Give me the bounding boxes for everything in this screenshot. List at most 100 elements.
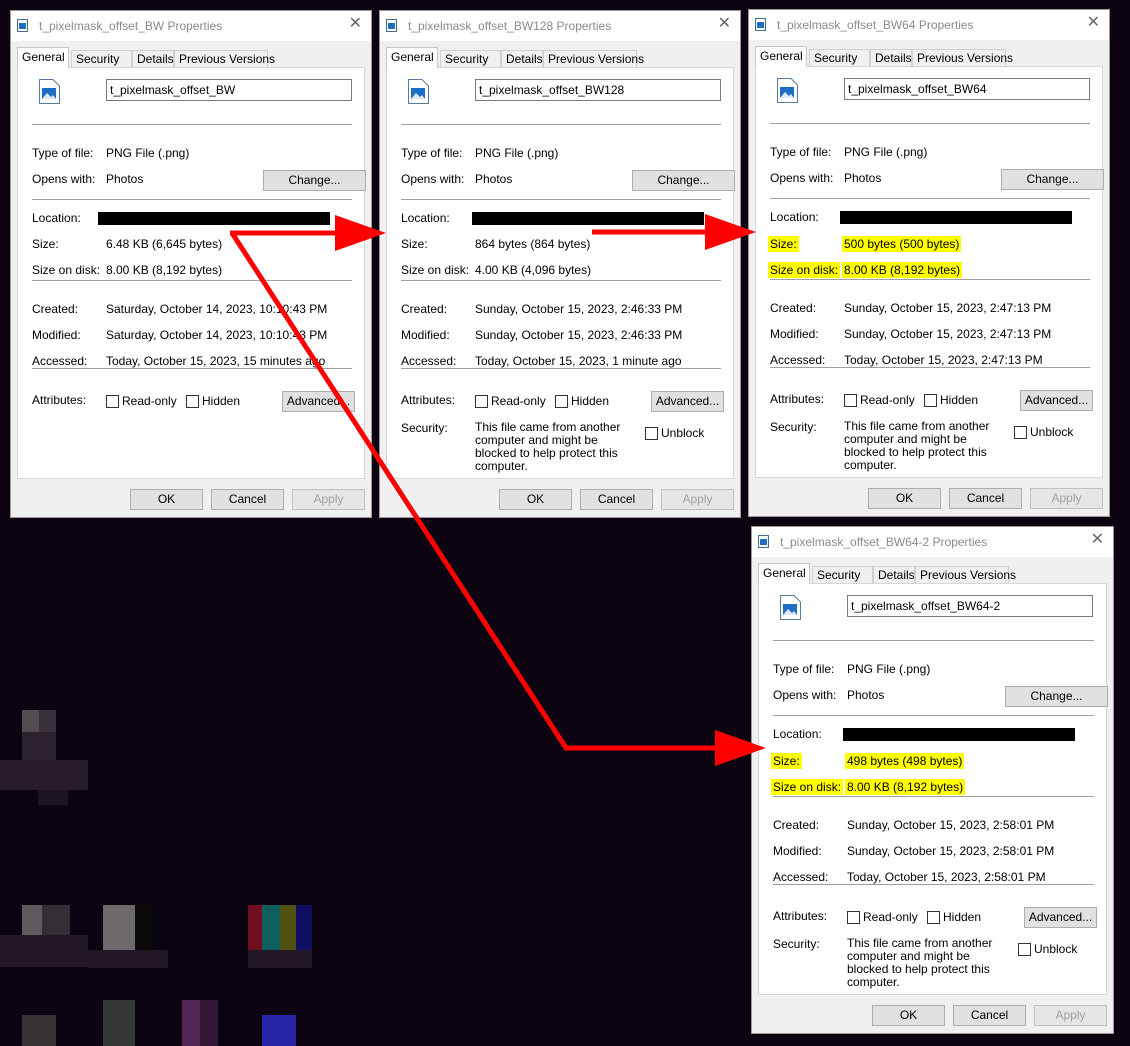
type-of-file-value: PNG File (.png) — [844, 145, 928, 159]
read-only-checkbox[interactable] — [844, 394, 857, 407]
title-bar[interactable]: t_pixelmask_offset_BW64-2 Properties ✕ — [752, 527, 1113, 557]
size-on-disk-label: Size on disk: — [32, 263, 101, 277]
change-button[interactable]: Change... — [263, 170, 366, 191]
opens-with-label: Opens with: — [773, 688, 837, 702]
size-on-disk-value: 8.00 KB (8,192 bytes) — [845, 779, 966, 795]
read-only-checkbox[interactable] — [106, 395, 119, 408]
hidden-checkbox[interactable] — [186, 395, 199, 408]
ok-button[interactable]: OK — [499, 489, 572, 510]
cancel-button[interactable]: Cancel — [580, 489, 653, 510]
title-bar[interactable]: t_pixelmask_offset_BW Properties ✕ — [11, 11, 371, 41]
accessed-label: Accessed: — [773, 870, 829, 884]
close-icon[interactable]: ✕ — [718, 15, 731, 33]
dialog-title: t_pixelmask_offset_BW128 Properties — [408, 19, 612, 33]
redacted-location — [843, 728, 1075, 741]
unblock-checkbox[interactable] — [1014, 426, 1027, 439]
hidden-checkbox[interactable] — [555, 395, 568, 408]
file-icon — [386, 19, 397, 32]
modified-label: Modified: — [401, 328, 450, 342]
created-value: Sunday, October 15, 2023, 2:46:33 PM — [475, 302, 683, 316]
apply-button[interactable]: Apply — [1034, 1005, 1107, 1026]
tab-security[interactable]: Security — [812, 566, 873, 583]
modified-value: Saturday, October 14, 2023, 10:10:43 PM — [106, 328, 328, 342]
tab-general[interactable]: General — [755, 46, 807, 67]
unblock-checkbox[interactable] — [645, 427, 658, 440]
opens-with-value: Photos — [847, 688, 885, 702]
divider — [773, 715, 1094, 716]
size-on-disk-label: Size on disk: — [771, 779, 844, 795]
location-label: Location: — [770, 210, 819, 224]
divider — [770, 123, 1090, 124]
tab-details[interactable]: Details — [132, 50, 174, 67]
redacted-location — [840, 211, 1072, 224]
hidden-checkbox[interactable] — [927, 911, 940, 924]
ok-button[interactable]: OK — [872, 1005, 945, 1026]
file-icon — [758, 535, 769, 548]
change-button[interactable]: Change... — [1001, 169, 1104, 190]
read-only-checkbox[interactable] — [475, 395, 488, 408]
redacted-location — [98, 212, 330, 225]
tab-general[interactable]: General — [386, 47, 438, 68]
opens-with-label: Opens with: — [401, 172, 465, 186]
created-label: Created: — [773, 818, 820, 832]
tab-general[interactable]: General — [17, 47, 69, 68]
tab-previous-versions[interactable]: Previous Versions — [912, 49, 1013, 66]
security-label: Security: — [773, 937, 820, 951]
change-button[interactable]: Change... — [632, 170, 735, 191]
tab-security[interactable]: Security — [440, 50, 501, 67]
modified-label: Modified: — [770, 327, 819, 341]
divider — [32, 368, 352, 369]
tab-security[interactable]: Security — [71, 50, 132, 67]
opens-with-label: Opens with: — [770, 171, 834, 185]
tab-details[interactable]: Details — [501, 50, 543, 67]
accessed-value: Today, October 15, 2023, 2:47:13 PM — [844, 353, 1043, 367]
properties-dialog: t_pixelmask_offset_BW128 Properties ✕ Gene… — [379, 10, 741, 518]
advanced-button[interactable]: Advanced... — [651, 391, 724, 412]
advanced-button[interactable]: Advanced... — [1020, 390, 1093, 411]
filename-field[interactable]: t_pixelmask_offset_BW64 — [844, 78, 1090, 100]
filename-field[interactable]: t_pixelmask_offset_BW — [106, 79, 352, 101]
title-bar[interactable]: t_pixelmask_offset_BW64 Properties ✕ — [749, 10, 1109, 40]
tab-details[interactable]: Details — [873, 566, 915, 583]
read-only-label: Read-only — [863, 910, 918, 924]
read-only-checkbox[interactable] — [847, 911, 860, 924]
apply-button[interactable]: Apply — [292, 489, 365, 510]
created-label: Created: — [401, 302, 448, 316]
unblock-checkbox[interactable] — [1018, 943, 1031, 956]
filename-field[interactable]: t_pixelmask_offset_BW128 — [475, 79, 721, 101]
cancel-button[interactable]: Cancel — [949, 488, 1022, 509]
ok-button[interactable]: OK — [130, 489, 203, 510]
advanced-button[interactable]: Advanced... — [282, 391, 355, 412]
cancel-button[interactable]: Cancel — [211, 489, 284, 510]
tab-previous-versions[interactable]: Previous Versions — [174, 50, 275, 67]
apply-button[interactable]: Apply — [661, 489, 734, 510]
tab-details[interactable]: Details — [870, 49, 912, 66]
size-value: 498 bytes (498 bytes) — [845, 753, 965, 769]
cancel-button[interactable]: Cancel — [953, 1005, 1026, 1026]
close-icon[interactable]: ✕ — [1087, 14, 1100, 32]
hidden-label: Hidden — [943, 910, 982, 924]
ok-button[interactable]: OK — [868, 488, 941, 509]
advanced-button[interactable]: Advanced... — [1024, 907, 1097, 928]
general-tab-panel: t_pixelmask_offset_BW64-2 Type of file: PN… — [758, 583, 1108, 995]
apply-button[interactable]: Apply — [1030, 488, 1103, 509]
change-button[interactable]: Change... — [1005, 686, 1108, 707]
filename-field[interactable]: t_pixelmask_offset_BW64-2 — [847, 595, 1093, 617]
divider — [32, 124, 352, 125]
tab-security[interactable]: Security — [809, 49, 870, 66]
divider — [401, 199, 721, 200]
file-icon — [755, 18, 766, 31]
close-icon[interactable]: ✕ — [349, 15, 362, 33]
general-tab-panel: t_pixelmask_offset_BW Type of file: PNG Fi… — [17, 67, 366, 479]
close-icon[interactable]: ✕ — [1091, 531, 1104, 549]
title-bar[interactable]: t_pixelmask_offset_BW128 Properties ✕ — [380, 11, 740, 41]
size-label: Size: — [771, 753, 802, 769]
read-only-label: Read-only — [491, 394, 546, 408]
tab-previous-versions[interactable]: Previous Versions — [543, 50, 644, 67]
size-value: 864 bytes (864 bytes) — [475, 237, 591, 251]
security-label: Security: — [401, 421, 448, 435]
tab-previous-versions[interactable]: Previous Versions — [915, 566, 1016, 583]
hidden-checkbox[interactable] — [924, 394, 937, 407]
tab-general[interactable]: General — [758, 563, 810, 584]
unblock-label: Unblock — [1034, 942, 1078, 956]
